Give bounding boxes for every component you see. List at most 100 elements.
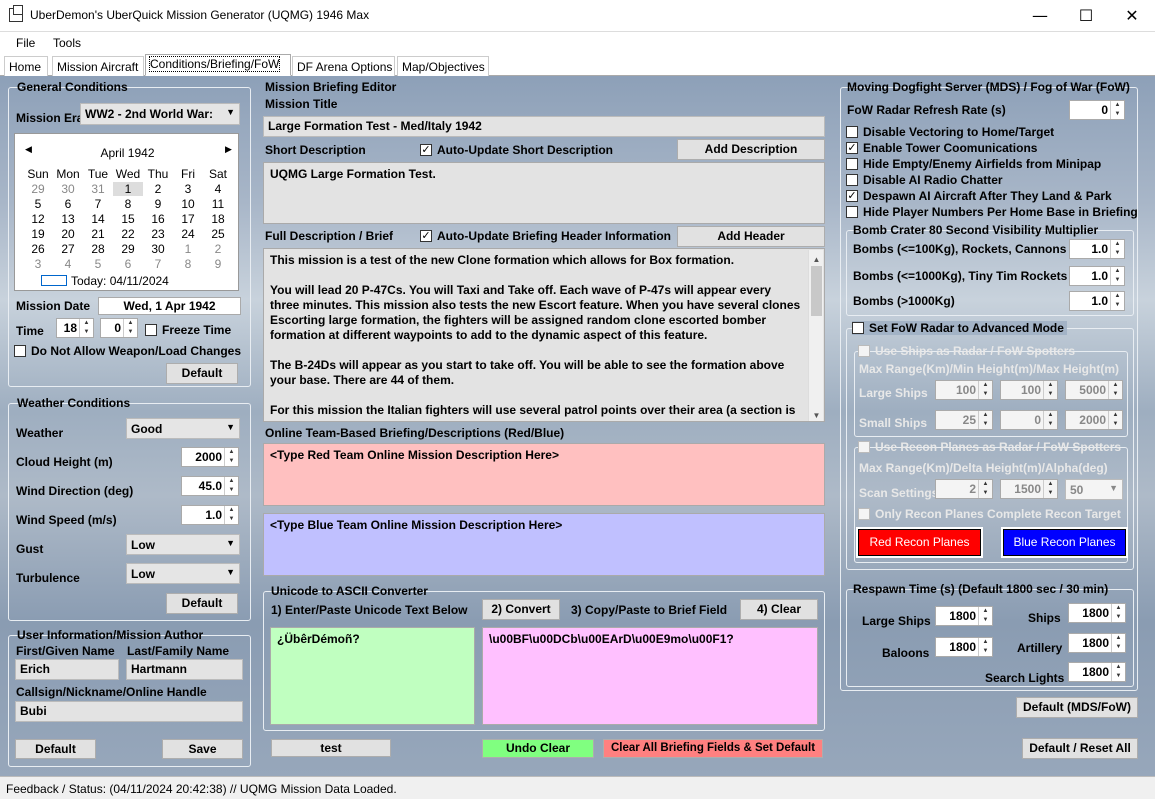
weather-default-button[interactable]: Default	[166, 593, 238, 614]
calendar-day[interactable]: 31	[83, 182, 113, 196]
calendar-day[interactable]: 17	[173, 212, 203, 226]
large-ships-maxh-stepper[interactable]: 5000 ▲ ▼	[1065, 380, 1123, 400]
ships-radar-checkbox[interactable]: Use Ships as Radar / FoW Spotters	[858, 344, 1075, 358]
brief-scrollbar[interactable]: ▲ ▼	[808, 250, 824, 421]
scan-alpha-select[interactable]: 50 ▼	[1065, 479, 1123, 500]
disable-ai-chatter-checkbox[interactable]: Disable AI Radio Chatter	[846, 173, 1003, 187]
respawn-balloons-stepper[interactable]: 1800 ▲ ▼	[935, 637, 993, 657]
next-month-icon[interactable]: ▶	[225, 144, 232, 155]
first-name-field[interactable]: Erich	[15, 659, 119, 680]
stepper-arrows-icon[interactable]: ▲ ▼	[978, 607, 992, 625]
enable-tower-comms-checkbox[interactable]: ✓ Enable Tower Coomunications	[846, 141, 1037, 155]
user-default-button[interactable]: Default	[15, 739, 96, 759]
respawn-large-ships-stepper[interactable]: 1800 ▲ ▼	[935, 606, 993, 626]
stepper-arrows-icon[interactable]: ▲ ▼	[1111, 663, 1125, 681]
tab-conditions-briefing[interactable]: Conditions/Briefing/FoW	[145, 54, 291, 76]
calendar-day[interactable]: 22	[113, 227, 143, 241]
radar-refresh-stepper[interactable]: 0 ▲ ▼	[1069, 100, 1125, 120]
calendar-day[interactable]: 29	[23, 182, 53, 196]
respawn-ships-stepper[interactable]: 1800 ▲ ▼	[1068, 603, 1126, 623]
calendar-day[interactable]: 28	[83, 242, 113, 256]
stepper-arrows-icon[interactable]: ▲ ▼	[978, 381, 992, 399]
scan-range-stepper[interactable]: 2 ▲ ▼	[935, 479, 993, 499]
calendar-day[interactable]: 6	[113, 257, 143, 271]
stepper-arrows-icon[interactable]: ▲ ▼	[1110, 101, 1124, 119]
calendar-day[interactable]: 3	[173, 182, 203, 196]
stepper-arrows-icon[interactable]: ▲ ▼	[1110, 292, 1124, 310]
auto-update-header-checkbox[interactable]: ✓ Auto-Update Briefing Header Information	[420, 229, 671, 243]
add-description-button[interactable]: Add Description	[677, 139, 825, 160]
red-recon-planes-button[interactable]: Red Recon Planes	[856, 527, 983, 558]
calendar-day[interactable]: 18	[203, 212, 233, 226]
stepper-arrows-icon[interactable]: ▲ ▼	[224, 506, 238, 524]
auto-update-short-checkbox[interactable]: ✓ Auto-Update Short Description	[420, 143, 613, 157]
scroll-up-icon[interactable]: ▲	[809, 252, 824, 267]
stepper-arrows-icon[interactable]: ▲ ▼	[1108, 381, 1122, 399]
calendar-day[interactable]: 7	[83, 197, 113, 211]
calendar-day[interactable]: 13	[53, 212, 83, 226]
blue-team-description-field[interactable]: <Type Blue Team Online Mission Descripti…	[263, 513, 825, 576]
calendar-day[interactable]: 3	[23, 257, 53, 271]
calendar-day[interactable]: 4	[203, 182, 233, 196]
turbulence-select[interactable]: Low ▼	[126, 563, 240, 584]
scrollbar-thumb[interactable]	[811, 266, 822, 316]
scroll-down-icon[interactable]: ▼	[809, 408, 824, 421]
menu-tools[interactable]: Tools	[53, 36, 81, 50]
calendar-day[interactable]: 15	[113, 212, 143, 226]
hide-player-numbers-checkbox[interactable]: Hide Player Numbers Per Home Base in Bri…	[846, 205, 1138, 219]
tab-mission-aircraft[interactable]: Mission Aircraft	[52, 56, 144, 76]
minute-stepper[interactable]: 0 ▲ ▼	[100, 318, 138, 338]
tab-df-arena[interactable]: DF Arena Options	[292, 56, 395, 76]
stepper-arrows-icon[interactable]: ▲ ▼	[1108, 411, 1122, 429]
stepper-arrows-icon[interactable]: ▲ ▼	[1110, 267, 1124, 285]
wind-direction-stepper[interactable]: 45.0 ▲ ▼	[181, 476, 239, 496]
stepper-arrows-icon[interactable]: ▲ ▼	[224, 448, 238, 466]
calendar-day[interactable]: 7	[143, 257, 173, 271]
calendar-day[interactable]: 8	[113, 197, 143, 211]
large-ships-range-stepper[interactable]: 100 ▲ ▼	[935, 380, 993, 400]
bombs-large-stepper[interactable]: 1.0 ▲ ▼	[1069, 291, 1125, 311]
stepper-arrows-icon[interactable]: ▲ ▼	[978, 638, 992, 656]
stepper-arrows-icon[interactable]: ▲ ▼	[79, 319, 93, 337]
mission-date-field[interactable]: Wed, 1 Apr 1942	[98, 297, 241, 315]
user-save-button[interactable]: Save	[162, 739, 243, 759]
scan-height-stepper[interactable]: 1500 ▲ ▼	[1000, 479, 1058, 499]
calendar-day[interactable]: 21	[83, 227, 113, 241]
add-header-button[interactable]: Add Header	[677, 226, 825, 247]
calendar-day[interactable]: 9	[143, 197, 173, 211]
bombs-medium-stepper[interactable]: 1.0 ▲ ▼	[1069, 266, 1125, 286]
calendar-day[interactable]: 4	[53, 257, 83, 271]
calendar-day[interactable]: 23	[143, 227, 173, 241]
stepper-arrows-icon[interactable]: ▲ ▼	[1043, 381, 1057, 399]
era-select[interactable]: WW2 - 2nd World War: ▼	[80, 103, 240, 125]
general-default-button[interactable]: Default	[166, 363, 238, 384]
calendar-day[interactable]: 29	[113, 242, 143, 256]
freeze-time-checkbox[interactable]: Freeze Time	[145, 323, 231, 337]
calendar-day[interactable]: 9	[203, 257, 233, 271]
reset-all-button[interactable]: Default / Reset All	[1022, 738, 1138, 759]
menu-file[interactable]: File	[16, 36, 35, 50]
stepper-arrows-icon[interactable]: ▲ ▼	[1110, 240, 1124, 258]
calendar-day[interactable]: 30	[53, 182, 83, 196]
weather-select[interactable]: Good ▼	[126, 418, 240, 439]
unicode-input-field[interactable]: ¿ÜbêrDémoñ?	[270, 627, 475, 725]
calendar-day[interactable]: 11	[203, 197, 233, 211]
hour-stepper[interactable]: 18 ▲ ▼	[56, 318, 94, 338]
recon-radar-checkbox[interactable]: Use Recon Planes as Radar / FoW Spotters	[858, 440, 1121, 454]
respawn-artillery-stepper[interactable]: 1800 ▲ ▼	[1068, 633, 1126, 653]
calendar-day[interactable]: 27	[53, 242, 83, 256]
stepper-arrows-icon[interactable]: ▲ ▼	[1043, 411, 1057, 429]
gust-select[interactable]: Low ▼	[126, 534, 240, 555]
stepper-arrows-icon[interactable]: ▲ ▼	[1111, 604, 1125, 622]
respawn-lights-stepper[interactable]: 1800 ▲ ▼	[1068, 662, 1126, 682]
stepper-arrows-icon[interactable]: ▲ ▼	[224, 477, 238, 495]
advanced-radar-checkbox[interactable]: Set FoW Radar to Advanced Mode	[852, 321, 1067, 335]
calendar-day[interactable]: 2	[143, 182, 173, 196]
cloud-height-stepper[interactable]: 2000 ▲ ▼	[181, 447, 239, 467]
calendar-day[interactable]: 1	[173, 242, 203, 256]
small-ships-range-stepper[interactable]: 25 ▲ ▼	[935, 410, 993, 430]
calendar-day[interactable]: 5	[23, 197, 53, 211]
full-description-field[interactable]: This mission is a test of the new Clone …	[263, 248, 825, 422]
calendar-day[interactable]: 6	[53, 197, 83, 211]
calendar-day-selected[interactable]: 1	[113, 182, 143, 196]
